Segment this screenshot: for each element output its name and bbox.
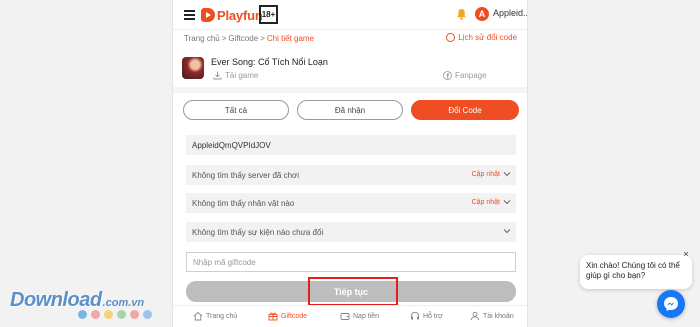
bottom-nav: Trang chủ Giftcode Nạp tiền Hỗ trợ Tài k…: [173, 305, 527, 327]
watermark-dots: [78, 310, 156, 319]
server-select[interactable]: Không tìm thấy server đã chơi Cập nhật: [186, 165, 516, 185]
download-label: Tải game: [225, 71, 259, 80]
avatar[interactable]: A: [475, 7, 489, 21]
download-game-link[interactable]: Tải game: [213, 71, 258, 80]
user-icon: [470, 311, 480, 321]
section-divider: [173, 87, 527, 93]
account-field: AppleidQmQVPIdJOV: [186, 135, 516, 155]
nav-label: Giftcode: [281, 312, 308, 320]
messenger-button[interactable]: [657, 290, 685, 318]
tab-redeem-code[interactable]: Đổi Code: [411, 100, 519, 120]
watermark-main-text: Download: [10, 289, 102, 311]
fanpage-label: Fanpage: [455, 71, 487, 80]
nav-label: Nạp tiền: [353, 312, 380, 320]
home-icon: [193, 311, 203, 321]
breadcrumb-giftcode[interactable]: Giftcode: [228, 34, 258, 43]
watermark-dot: [130, 310, 139, 319]
watermark-dot: [78, 310, 87, 319]
menu-icon[interactable]: [184, 10, 195, 20]
chat-close-icon[interactable]: ×: [681, 249, 691, 259]
chevron-down-icon: [503, 172, 511, 177]
history-label: Lịch sử đổi code: [458, 33, 517, 42]
breadcrumb-separator: >: [260, 34, 265, 43]
tab-received[interactable]: Đã nhận: [297, 100, 403, 120]
wallet-icon: [340, 313, 350, 320]
facebook-icon: [443, 71, 452, 80]
tab-all[interactable]: Tất cả: [183, 100, 289, 120]
character-update-link[interactable]: Cập nhật: [472, 199, 500, 206]
chat-greeting-bubble[interactable]: Xin chào! Chúng tôi có thể giúp gì cho b…: [580, 255, 692, 289]
tab-bar: Tất cả Đã nhận Đổi Code: [183, 100, 519, 120]
event-select-text: Không tìm thấy sự kiện nào chưa đổi: [192, 227, 324, 237]
nav-label: Trang chủ: [206, 312, 238, 320]
watermark-dot: [104, 310, 113, 319]
breadcrumb: Trang chủ > Giftcode > Chi tiết game: [184, 34, 314, 43]
messenger-icon: [664, 297, 678, 311]
breadcrumb-current: Chi tiết game: [266, 34, 315, 43]
history-clock-icon: [446, 33, 456, 42]
chevron-down-icon: [503, 229, 511, 234]
nav-item-account[interactable]: Tài khoản: [470, 311, 514, 321]
gift-icon: [268, 312, 278, 321]
fanpage-link[interactable]: Fanpage: [443, 71, 487, 80]
nav-item-giftcode[interactable]: Giftcode: [268, 311, 307, 321]
code-history-link[interactable]: Lịch sử đổi code: [446, 33, 517, 42]
headset-icon: [411, 311, 419, 320]
giftcode-input[interactable]: Nhập mã giftcode: [186, 252, 516, 272]
bell-icon[interactable]: [456, 8, 467, 20]
watermark-dot: [91, 310, 100, 319]
page: Playfun 18+ A Appleid... Trang chủ > Giftc…: [0, 0, 700, 327]
character-select[interactable]: Không tìm thấy nhân vật nào Cập nhật: [186, 193, 516, 213]
chevron-down-icon: [503, 200, 511, 205]
game-title: Ever Song: Cổ Tích Nổi Loạn: [211, 57, 328, 67]
playfun-logo[interactable]: Playfun: [201, 6, 263, 24]
nav-item-home[interactable]: Trang chủ: [193, 311, 237, 321]
server-update-link[interactable]: Cập nhật: [472, 171, 500, 178]
top-header: Playfun 18+ A Appleid...: [173, 0, 527, 30]
logo-mark-icon: [201, 8, 215, 22]
nav-item-topup[interactable]: Nạp tiền: [340, 311, 379, 321]
highlight-box: [308, 277, 398, 306]
breadcrumb-home[interactable]: Trang chủ: [184, 34, 220, 43]
breadcrumb-separator: >: [221, 34, 227, 43]
game-thumbnail: [182, 57, 204, 79]
watermark-domain-text: .com.vn: [102, 297, 145, 309]
app-panel: Playfun 18+ A Appleid... Trang chủ > Giftc…: [172, 0, 528, 327]
nav-item-support[interactable]: Hỗ trợ: [410, 311, 443, 321]
watermark-dot: [117, 310, 126, 319]
nav-label: Tài khoản: [483, 312, 514, 320]
watermark-dot: [143, 310, 152, 319]
age-rating-badge: 18+: [259, 5, 278, 24]
event-select[interactable]: Không tìm thấy sự kiện nào chưa đổi: [186, 222, 516, 242]
download-icon: [213, 71, 222, 80]
logo-text: Playfun: [217, 7, 263, 23]
nav-label: Hỗ trợ: [423, 312, 443, 320]
user-name[interactable]: Appleid...: [493, 8, 527, 18]
download-watermark: Download .com.vn: [10, 289, 152, 319]
server-select-text: Không tìm thấy server đã chơi: [192, 170, 300, 180]
character-select-text: Không tìm thấy nhân vật nào: [192, 198, 295, 208]
